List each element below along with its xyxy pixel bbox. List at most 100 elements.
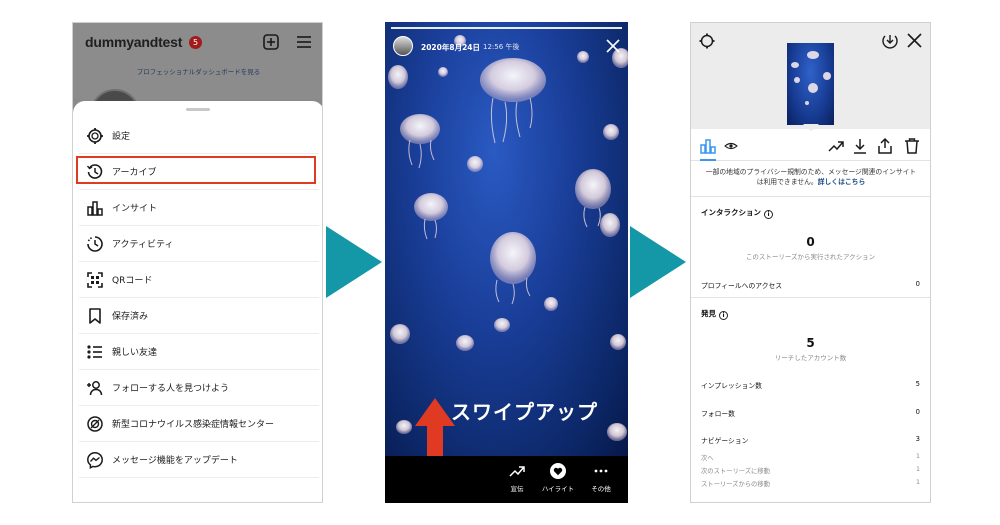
- close-friends-icon: [87, 345, 102, 359]
- download-icon[interactable]: [851, 137, 869, 155]
- insights-icon: [87, 201, 103, 216]
- row-value: 0: [915, 408, 920, 416]
- insights-tabs: [691, 131, 930, 161]
- active-tab-indicator: [700, 159, 716, 161]
- menu-item-settings[interactable]: 設定: [79, 118, 319, 154]
- add-person-icon: [87, 381, 103, 396]
- insights-header: [691, 23, 930, 129]
- row-label: プロフィールへのアクセス: [701, 282, 783, 290]
- learn-more-link[interactable]: 詳しくはこちら: [818, 178, 866, 186]
- row-label: 次のストーリーズに移動: [701, 468, 770, 475]
- highlight-label: ハイライト: [541, 485, 575, 493]
- profile-header: dummyandtest 5 プロフェッショナルダッシュボードを見る: [73, 23, 322, 99]
- story-progress-bar: [391, 27, 622, 29]
- interaction-total: 0: [806, 235, 815, 249]
- promote-label: 宣伝: [510, 485, 524, 493]
- settings-icon: [87, 128, 103, 144]
- story-insights-screen: 一部の地域のプライバシー規制のため、メッセージ関連のインサイトは利用できません。…: [690, 22, 931, 503]
- sheet-handle[interactable]: [186, 108, 210, 111]
- row-label: フォロー数: [701, 410, 735, 418]
- bookmark-icon: [89, 308, 101, 324]
- row-value: 1: [915, 466, 920, 473]
- covid-info-icon: [87, 416, 103, 432]
- professional-dashboard-link[interactable]: プロフェッショナルダッシュボードを見る: [73, 66, 322, 76]
- next-step-arrow: [326, 226, 382, 298]
- menu-item-activity[interactable]: アクティビティ: [79, 226, 319, 262]
- viewers-eye-icon[interactable]: [722, 137, 740, 155]
- delete-trash-icon[interactable]: [903, 137, 921, 155]
- story-thumbnail[interactable]: [787, 43, 834, 125]
- row-value: 0: [915, 280, 920, 288]
- add-post-icon[interactable]: [262, 33, 280, 51]
- profile-visits-row: プロフィールへのアクセス 0: [701, 280, 920, 290]
- menu-item-label: メッセージ機能をアップデート: [112, 456, 238, 466]
- more-icon: [594, 469, 608, 473]
- row-value: 1: [915, 453, 920, 460]
- activity-icon: [87, 236, 103, 252]
- heart-icon: [550, 463, 566, 479]
- insights-tab-icon[interactable]: [699, 137, 717, 155]
- swipe-up-label: スワイプアップ: [451, 400, 598, 424]
- menu-item-label: 親しい友達: [112, 348, 158, 358]
- row-value: 3: [915, 435, 920, 443]
- story-screen: 2020年8月24日 12:56 午後 スワイプアップ 宣伝 ハイライト その他: [385, 22, 628, 503]
- row-value: 1: [915, 479, 920, 486]
- menu-item-label: フォローする人を見つけよう: [112, 384, 230, 394]
- menu-item-saved[interactable]: 保存済み: [79, 298, 319, 334]
- menu-item-label: 保存済み: [112, 312, 149, 322]
- privacy-notice-text: 一部の地域のプライバシー規制のため、メッセージ関連のインサイトは利用できません。: [705, 168, 917, 186]
- promote-button[interactable]: 宣伝: [497, 462, 537, 493]
- row-label: インプレッション数: [701, 382, 762, 390]
- row-label: ナビゲーション: [701, 437, 749, 445]
- interaction-caption: このストーリーズから実行されたアクション: [745, 253, 876, 261]
- nav-next-story-row: 次のストーリーズに移動 1: [701, 466, 920, 475]
- info-icon[interactable]: i: [764, 210, 773, 219]
- story-action-bar: 宣伝 ハイライト その他: [385, 456, 628, 503]
- nav-exited-row: ストーリーズからの移動 1: [701, 479, 920, 488]
- menu-item-close-friends[interactable]: 親しい友達: [79, 334, 319, 370]
- menu-item-label: 設定: [112, 132, 131, 142]
- profile-menu-screen: dummyandtest 5 プロフェッショナルダッシュボードを見る 設定 アー…: [72, 22, 323, 503]
- discovery-caption: リーチしたアカウント数: [774, 354, 847, 362]
- next-step-arrow: [630, 226, 686, 298]
- settings-icon[interactable]: [699, 33, 715, 49]
- row-value: 5: [915, 380, 920, 388]
- menu-sheet: 設定 アーカイブ インサイト アクティビティ QRコード 保存済み 親しい友達 …: [73, 101, 322, 502]
- story-media[interactable]: [385, 22, 628, 456]
- menu-item-discover-people[interactable]: フォローする人を見つけよう: [79, 370, 319, 406]
- nav-forward-row: 次へ 1: [701, 453, 920, 462]
- menu-item-label: 新型コロナウイルス感染症情報センター: [112, 420, 275, 430]
- discovery-title: 発見: [701, 309, 716, 318]
- save-story-icon[interactable]: [881, 32, 899, 50]
- story-date: 2020年8月24日: [421, 43, 481, 52]
- menu-item-qr-code[interactable]: QRコード: [79, 262, 319, 298]
- follows-row: フォロー数 0: [701, 408, 920, 418]
- more-button[interactable]: その他: [581, 462, 621, 493]
- trend-icon: [509, 466, 525, 477]
- section-divider: [691, 196, 930, 197]
- story-avatar[interactable]: [393, 36, 413, 56]
- menu-item-label: QRコード: [112, 276, 153, 286]
- story-time: 12:56 午後: [483, 43, 520, 51]
- promote-trend-icon[interactable]: [827, 137, 845, 155]
- discovery-section-title: 発見 i: [701, 308, 728, 320]
- messenger-icon: [87, 452, 103, 469]
- jellyfish-thumbnail: [791, 51, 831, 105]
- notification-badge: 5: [189, 36, 202, 49]
- username[interactable]: dummyandtest: [85, 34, 182, 50]
- qr-code-icon: [87, 272, 103, 288]
- hamburger-menu-icon[interactable]: [295, 33, 313, 51]
- menu-item-insights[interactable]: インサイト: [79, 190, 319, 226]
- thumbnail-pointer: [803, 124, 819, 131]
- menu-item-covid-info[interactable]: 新型コロナウイルス感染症情報センター: [79, 406, 319, 442]
- close-icon[interactable]: [606, 39, 620, 53]
- info-icon[interactable]: i: [719, 311, 728, 320]
- close-icon[interactable]: [907, 33, 922, 48]
- menu-item-label: インサイト: [112, 204, 158, 214]
- highlight-button[interactable]: ハイライト: [538, 462, 578, 493]
- row-label: 次へ: [701, 455, 714, 462]
- share-icon[interactable]: [876, 137, 894, 155]
- row-label: ストーリーズからの移動: [701, 481, 770, 488]
- menu-item-update-messaging[interactable]: メッセージ機能をアップデート: [79, 442, 319, 478]
- jellyfish-photo: [388, 35, 628, 441]
